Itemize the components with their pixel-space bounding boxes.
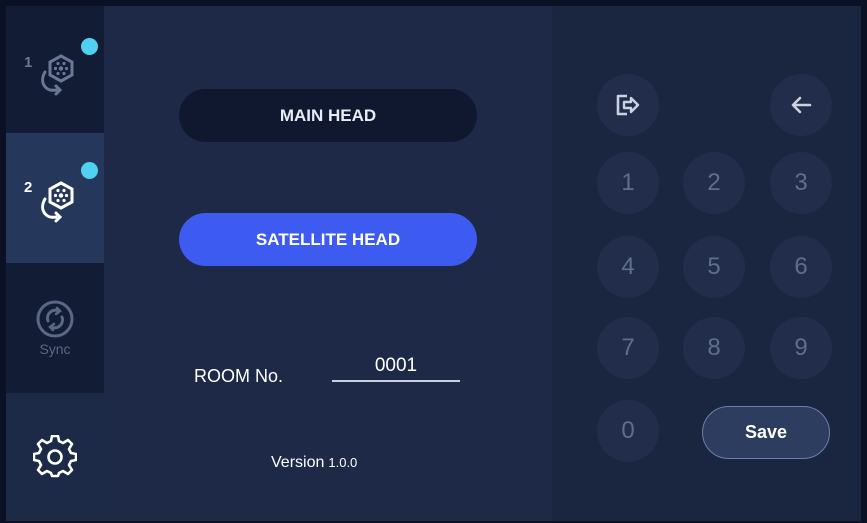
- version-label: Version: [271, 454, 325, 471]
- sidebar-item-head-1[interactable]: 1: [6, 6, 104, 136]
- room-number-input[interactable]: [332, 352, 460, 382]
- keypad-key-0[interactable]: 0: [597, 400, 659, 462]
- head-number: 2: [24, 179, 33, 196]
- keypad-key-4[interactable]: 4: [597, 236, 659, 298]
- sync-icon: [36, 300, 74, 338]
- keypad-key-2[interactable]: 2: [683, 152, 745, 214]
- hand-hex-icon: [41, 54, 74, 96]
- main-head-button[interactable]: MAIN HEAD: [179, 89, 477, 142]
- backspace-arrow-icon: [791, 96, 812, 114]
- keypad-key-1[interactable]: 1: [597, 152, 659, 214]
- gear-icon: [33, 435, 77, 478]
- save-button[interactable]: Save: [702, 406, 830, 459]
- version-number: 1.0.0: [328, 455, 358, 470]
- keypad-key-5[interactable]: 5: [683, 236, 745, 298]
- sync-label: Sync: [39, 341, 71, 357]
- room-number-label: ROOM No.: [194, 366, 284, 386]
- sidebar-item-settings[interactable]: [6, 393, 104, 521]
- sidebar-item-head-2[interactable]: 2: [6, 133, 104, 263]
- backspace-button[interactable]: [770, 74, 832, 136]
- keypad-key-6[interactable]: 6: [770, 236, 832, 298]
- sidebar: 1 2 Sync: [6, 6, 104, 521]
- keypad-panel: 1 2 3 4 5 6 7 8 9 0 Save: [552, 6, 861, 521]
- keypad-key-9[interactable]: 9: [770, 317, 832, 379]
- version-text: Version 1.0.0: [271, 454, 357, 472]
- keypad-key-7[interactable]: 7: [597, 317, 659, 379]
- mode-panel: MAIN HEAD SATELLITE HEAD ROOM No. Versio…: [104, 6, 552, 521]
- app-frame: 1 2 Sync MAIN HEAD SATELLITE HEAD ROOM N…: [6, 6, 861, 521]
- exit-icon: [616, 94, 640, 116]
- status-indicator-dot: [81, 38, 98, 55]
- satellite-head-button[interactable]: SATELLITE HEAD: [179, 213, 477, 266]
- hand-hex-icon: [41, 181, 74, 223]
- head-number: 1: [24, 54, 33, 71]
- keypad-key-3[interactable]: 3: [770, 152, 832, 214]
- keypad-key-8[interactable]: 8: [683, 317, 745, 379]
- status-indicator-dot: [81, 162, 98, 179]
- exit-button[interactable]: [597, 74, 659, 136]
- sidebar-item-sync[interactable]: Sync: [6, 263, 104, 393]
